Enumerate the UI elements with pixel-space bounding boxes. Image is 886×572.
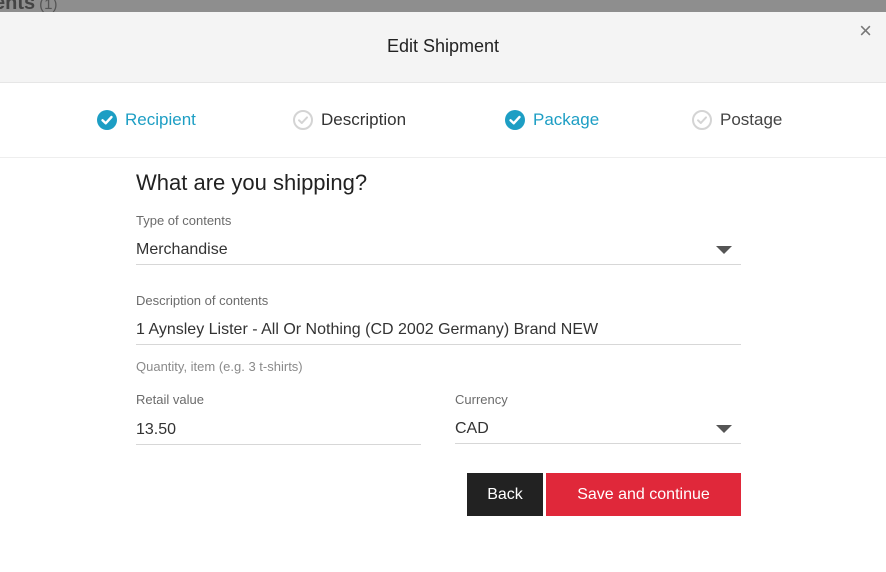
retail-value-value: 13.50 bbox=[136, 420, 177, 438]
step-label: Description bbox=[321, 110, 407, 129]
back-button[interactable]: Back bbox=[467, 473, 543, 516]
form-title: What are you shipping? bbox=[136, 170, 368, 195]
type-of-contents-select[interactable]: Merchandise bbox=[136, 235, 741, 265]
step-label: Recipient bbox=[125, 110, 196, 129]
description-of-contents-input[interactable]: 1 Aynsley Lister - All Or Nothing (CD 20… bbox=[136, 315, 741, 345]
modal-title: Edit Shipment bbox=[386, 36, 500, 56]
step-description[interactable]: Description bbox=[293, 110, 406, 130]
description-of-contents-label: Description of contents bbox=[136, 293, 269, 308]
type-of-contents-label: Type of contents bbox=[136, 213, 232, 228]
retail-value-label: Retail value bbox=[136, 392, 204, 407]
chevron-down-icon bbox=[716, 245, 732, 254]
type-of-contents-value: Merchandise bbox=[136, 240, 228, 258]
currency-select[interactable]: CAD bbox=[455, 414, 741, 444]
step-postage[interactable]: Postage bbox=[692, 110, 782, 130]
save-and-continue-button[interactable]: Save and continue bbox=[546, 473, 741, 516]
step-label: Postage bbox=[720, 110, 783, 129]
edit-shipment-modal: Edit Shipment × Recipient Description Pa… bbox=[0, 12, 886, 572]
backdrop-heading: ents(1) bbox=[0, 0, 57, 12]
step-indicator: Recipient Description Package Postage bbox=[0, 84, 886, 158]
currency-value: CAD bbox=[455, 419, 489, 437]
currency-label: Currency bbox=[455, 392, 508, 407]
backdrop-count: (1) bbox=[39, 0, 58, 12]
step-recipient[interactable]: Recipient bbox=[97, 110, 196, 130]
backdrop: ents(1) bbox=[0, 0, 886, 12]
check-circle-icon bbox=[97, 110, 117, 130]
step-package[interactable]: Package bbox=[505, 110, 599, 130]
check-circle-outline-icon bbox=[293, 110, 313, 130]
description-of-contents-value: 1 Aynsley Lister - All Or Nothing (CD 20… bbox=[136, 320, 599, 338]
close-icon[interactable]: × bbox=[859, 20, 872, 42]
description-helper-text: Quantity, item (e.g. 3 t-shirts) bbox=[136, 359, 303, 374]
modal-header: Edit Shipment × bbox=[0, 12, 886, 83]
step-label: Package bbox=[533, 110, 600, 129]
check-circle-outline-icon bbox=[692, 110, 712, 130]
check-circle-icon bbox=[505, 110, 525, 130]
retail-value-input[interactable]: 13.50 bbox=[136, 415, 421, 445]
chevron-down-icon bbox=[716, 424, 732, 433]
